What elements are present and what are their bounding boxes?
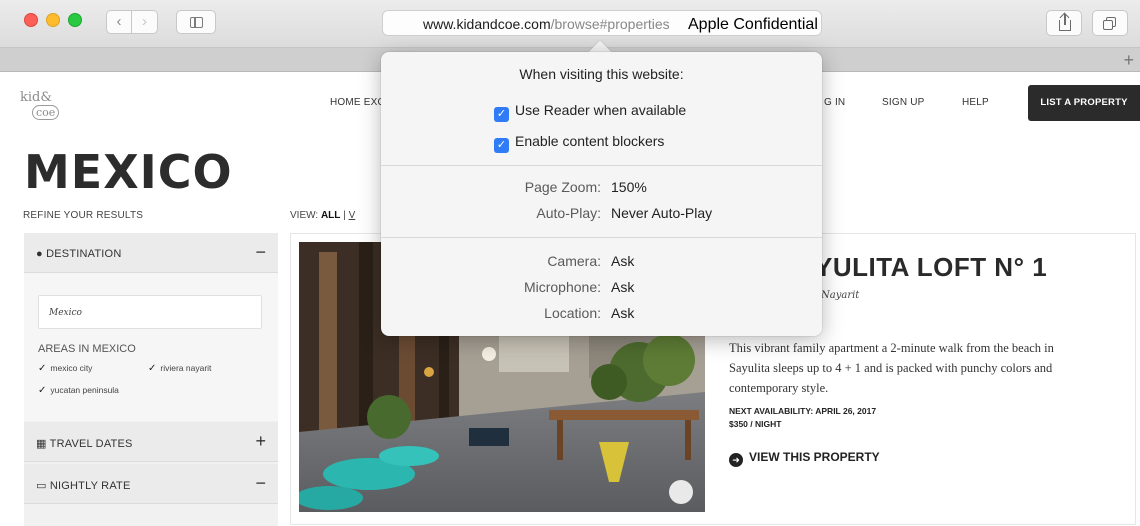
money-icon: ▭ [36,480,47,492]
location-dot-icon: ● [36,248,43,260]
sidebar-toggle-button[interactable] [176,10,216,34]
checkmark-icon: ✓ [38,385,47,396]
property-availability: NEXT AVAILABILITY: APRIL 26, 2017 [729,406,877,416]
property-title[interactable]: YULITA LOFT N° 1 [815,252,1047,283]
camera-select[interactable]: Ask [611,253,634,269]
location-label: Location: [544,305,601,321]
destination-filter-label: ● DESTINATION [36,248,121,260]
zoom-window-button[interactable] [68,13,82,27]
forward-button[interactable]: › [132,10,158,34]
back-button[interactable]: ‹ [106,10,132,34]
show-tabs-button[interactable] [1092,10,1128,36]
view-filter-row: VIEW: ALL | V [290,210,355,221]
view-label: VIEW: [290,210,319,221]
area-checkbox[interactable]: ✓ mexico city [38,363,92,374]
url-text: www.kidandcoe.com/browse#properties [423,16,670,32]
travel-dates-text: TRAVEL DATES [49,438,133,450]
auto-play-label: Auto-Play: [536,205,601,221]
use-reader-label: Use Reader when available [515,102,687,118]
property-location: Nayarit [821,290,860,301]
area-checkbox[interactable]: ✓ yucatan peninsula [38,385,119,396]
arrow-circle-icon: ➜ [729,453,743,467]
content-blockers-label: Enable content blockers [515,133,665,149]
nav-signup-link[interactable]: SIGN UP [882,97,925,108]
destination-filter-body: Mexico AREAS IN MEXICO ✓ mexico city ✓ riv… [24,273,278,421]
microphone-select[interactable]: Ask [611,279,634,295]
checkbox-checked-icon: ✓ [494,138,509,153]
nav-home-exchange-link[interactable]: HOME EXC [330,97,385,108]
nav-login-link[interactable]: G IN [824,97,845,108]
url-path: /browse#properties [550,16,670,32]
share-button[interactable] [1046,10,1082,36]
refine-results-label: REFINE YOUR RESULTS [23,210,144,221]
filter-panel: ● DESTINATION − Mexico AREAS IN MEXICO ✓… [24,233,278,526]
popover-divider [381,165,822,166]
checkbox-checked-icon: ✓ [494,107,509,122]
content-blockers-checkbox[interactable]: ✓ Enable content blockers [494,133,664,153]
microphone-label: Microphone: [523,279,601,295]
view-property-label: VIEW THIS PROPERTY [749,450,880,464]
sidebar-icon [190,17,203,28]
property-description: This vibrant family apartment a 2-minute… [729,341,1054,395]
camera-label: Camera: [547,253,601,269]
calendar-icon: ▦ [36,438,47,450]
list-property-button[interactable]: LIST A PROPERTY [1028,85,1140,121]
url-host: www.kidandcoe.com [423,16,551,32]
minimize-window-button[interactable] [46,13,60,27]
site-logo[interactable]: kid& coe [20,85,68,125]
areas-title: AREAS IN MEXICO [38,343,136,355]
view-property-link[interactable]: ➜ VIEW THIS PROPERTY [729,450,880,467]
browser-toolbar: ‹ › www.kidandcoe.com/browse#properties [0,0,1140,48]
nightly-rate-filter-header[interactable]: ▭ NIGHTLY RATE − [24,464,278,504]
checkmark-icon: ✓ [148,363,157,374]
destination-input[interactable]: Mexico [38,295,262,329]
new-tab-button[interactable]: + [1123,50,1134,71]
close-window-button[interactable] [24,13,38,27]
photo-badge-icon [669,480,693,504]
location-select[interactable]: Ask [611,305,634,321]
area-label: mexico city [50,363,93,373]
watermark-text: Apple Confidential [688,16,818,33]
chevron-right-icon: › [142,13,147,30]
area-label: riviera nayarit [160,363,212,373]
auto-play-select[interactable]: Never Auto-Play [611,205,712,221]
expand-icon[interactable]: + [255,431,266,452]
view-all-link[interactable]: ALL [321,210,340,221]
destination-filter-header[interactable]: ● DESTINATION − [24,233,278,273]
nightly-rate-text: NIGHTLY RATE [49,480,131,492]
nav-help-link[interactable]: HELP [962,97,989,108]
collapse-icon[interactable]: − [255,473,266,494]
page-title: MEXICO [24,145,233,199]
view-option-link[interactable]: V [349,210,356,221]
checkmark-icon: ✓ [38,363,47,374]
view-separator: | [343,210,346,221]
collapse-icon[interactable]: − [255,242,266,263]
area-label: yucatan peninsula [50,385,119,395]
logo-text-top: kid& [20,90,52,105]
page-zoom-label: Page Zoom: [524,179,601,195]
popover-divider [381,237,822,238]
page-zoom-select[interactable]: 150% [611,179,647,195]
travel-dates-filter-label: ▦ TRAVEL DATES [36,437,133,450]
area-checkbox[interactable]: ✓ riviera nayarit [148,363,211,374]
use-reader-checkbox[interactable]: ✓ Use Reader when available [494,102,686,122]
website-settings-popover: When visiting this website: ✓ Use Reader … [381,52,822,336]
destination-filter-text: DESTINATION [46,248,122,260]
nightly-rate-filter-label: ▭ NIGHTLY RATE [36,479,131,492]
property-price: $350 / NIGHT [729,419,782,429]
travel-dates-filter-header[interactable]: ▦ TRAVEL DATES + [24,422,278,462]
chevron-left-icon: ‹ [116,13,122,30]
popover-heading: When visiting this website: [519,66,684,82]
logo-text-bottom: coe [32,105,60,120]
